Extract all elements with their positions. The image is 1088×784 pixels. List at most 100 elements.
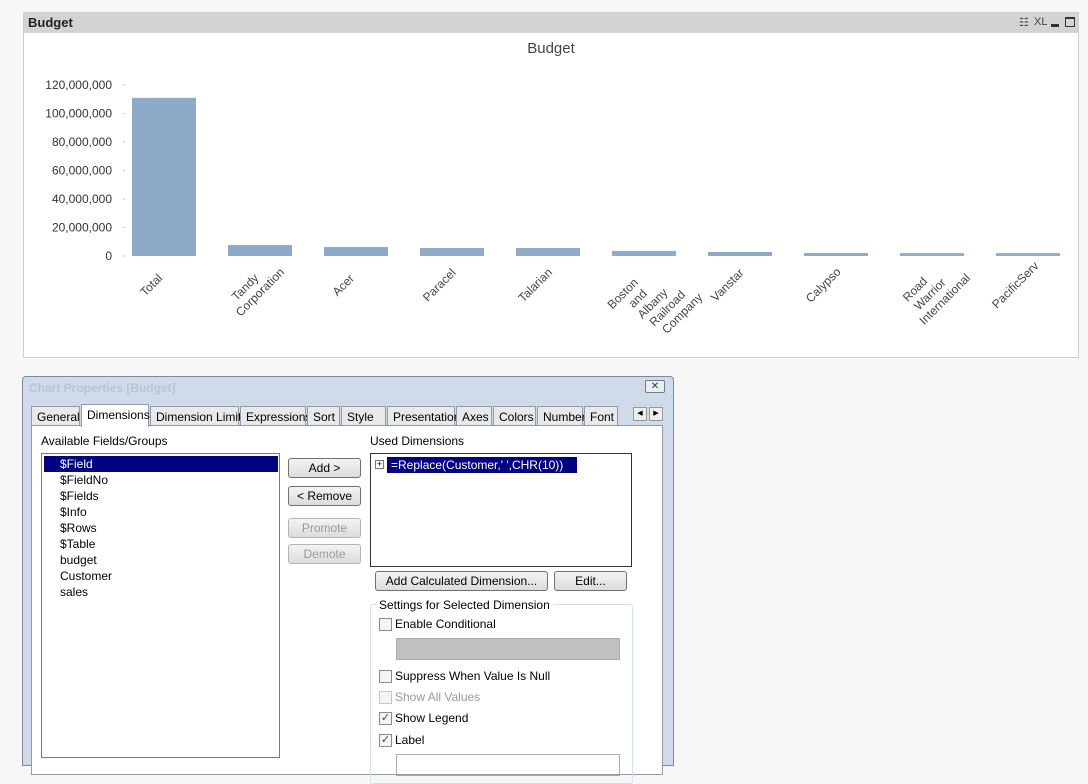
conditional-expression-input[interactable] — [396, 638, 620, 660]
close-button[interactable]: ✕ — [645, 380, 665, 393]
checkbox[interactable] — [379, 691, 392, 704]
bar[interactable] — [516, 248, 580, 256]
field-item[interactable]: $Table — [44, 536, 278, 552]
panel-caption[interactable]: Budget ☷ XL — [24, 13, 1078, 33]
chart-panel: Budget ☷ XL Budget 0 20,000,000 40,000,000… — [23, 12, 1079, 358]
y-tick-label: 60,000,000 — [52, 164, 112, 178]
svg-text:BostonandAlbanyRailroadCompany: BostonandAlbanyRailroadCompany — [605, 251, 706, 352]
promote-button[interactable]: Promote — [288, 518, 361, 538]
tab-colors[interactable]: Colors — [493, 406, 536, 426]
chart-title: Budget — [527, 40, 575, 57]
y-tick-mark — [123, 255, 125, 257]
bar[interactable] — [804, 253, 868, 256]
svg-text:Calypso: Calypso — [803, 265, 844, 306]
demote-button[interactable]: Demote — [288, 544, 361, 564]
label-input[interactable] — [396, 754, 620, 776]
x-tick-label: RoadWarriorInternational — [897, 251, 973, 328]
field-item[interactable]: sales — [44, 584, 278, 600]
bar[interactable] — [708, 252, 772, 256]
tab-style[interactable]: Style — [341, 406, 386, 426]
y-tick-mark — [123, 226, 125, 229]
checkbox[interactable]: ✓ — [379, 712, 392, 725]
xl-icon[interactable]: XL — [1034, 16, 1047, 28]
add-calculated-dimension-button[interactable]: Add Calculated Dimension... — [375, 571, 548, 591]
tab-axes[interactable]: Axes — [456, 406, 492, 426]
tab-dimension-limits[interactable]: Dimension Limits — [150, 406, 247, 426]
tab-number[interactable]: Number — [537, 406, 586, 426]
bar[interactable] — [132, 97, 196, 256]
field-item[interactable]: budget — [44, 552, 278, 568]
add-button[interactable]: Add > — [288, 458, 361, 478]
tab-content-dimensions: Available Fields/Groups $Field $FieldNo $F… — [31, 425, 663, 784]
y-tick-label: 80,000,000 — [52, 135, 112, 149]
svg-text:TandyCorporation: TandyCorporation — [223, 255, 287, 319]
tab-font[interactable]: Font — [584, 406, 618, 426]
expand-icon[interactable]: + — [375, 460, 384, 469]
chart-properties-dialog: Chart Properties [Budget] ✕ General Dimen… — [22, 376, 674, 784]
used-dimensions-list[interactable]: + =Replace(Customer,' ',CHR(10)) — [370, 453, 632, 567]
print-icon[interactable]: ☷ — [1019, 16, 1029, 29]
svg-text:PacificServ: PacificServ — [989, 259, 1041, 311]
minimize-icon[interactable] — [1051, 24, 1059, 27]
field-item[interactable]: $Info — [44, 504, 278, 520]
tab-expressions[interactable]: Expressions — [240, 406, 311, 426]
svg-text:Total: Total — [137, 271, 165, 299]
bar[interactable] — [228, 245, 292, 256]
x-tick-label: PacificServ — [989, 259, 1041, 311]
tab-scroll-right-icon[interactable]: ▶ — [649, 407, 663, 421]
x-tick-label: Paracel — [420, 266, 459, 305]
x-tick-label: Vanstar — [708, 266, 747, 305]
x-tick-label: Total — [137, 271, 165, 299]
svg-text:Acer: Acer — [330, 271, 357, 298]
available-fields-list[interactable]: $Field $FieldNo $Fields $Info $Rows $Table bud… — [41, 453, 280, 758]
x-tick-label: BostonandAlbanyRailroadCompany — [605, 251, 706, 352]
x-tick-label: Acer — [330, 271, 357, 298]
bar[interactable] — [996, 253, 1060, 256]
checkbox[interactable] — [379, 618, 392, 631]
y-tick-label: 0 — [105, 249, 112, 263]
y-tick-mark — [123, 112, 125, 115]
checkbox-label: Show Legend — [395, 711, 469, 725]
bar-chart: Budget 0 20,000,000 40,000,000 60,000,000 80… — [45, 40, 1060, 352]
maximize-icon[interactable] — [1065, 17, 1075, 27]
svg-text:RoadWarriorInternational: RoadWarriorInternational — [897, 251, 973, 327]
field-item[interactable]: $Field — [44, 456, 278, 472]
x-tick-label: Calypso — [803, 265, 844, 306]
y-tick-mark — [123, 84, 125, 86]
svg-text:Vanstar: Vanstar — [708, 266, 747, 305]
tab-scroll-left-icon[interactable]: ◀ — [633, 407, 647, 421]
tab-general[interactable]: General — [31, 406, 80, 426]
y-tick-label: 120,000,000 — [45, 78, 112, 92]
tab-dimensions[interactable]: Dimensions — [81, 404, 150, 427]
y-tick-mark — [123, 141, 125, 143]
checkbox-label: Label — [395, 733, 425, 747]
field-item[interactable]: Customer — [44, 568, 278, 584]
checkbox-label: Suppress When Value Is Null — [395, 669, 551, 683]
panel-title: Budget — [28, 15, 73, 30]
used-dimension-item[interactable]: =Replace(Customer,' ',CHR(10)) — [387, 457, 578, 473]
dialog-title: Chart Properties [Budget] — [29, 381, 176, 395]
y-tick-mark — [123, 169, 125, 172]
tab-presentation[interactable]: Presentation — [387, 406, 460, 426]
settings-label: Settings for Selected Dimension — [376, 598, 553, 612]
x-tick-label: Talarian — [515, 265, 555, 305]
checkbox[interactable] — [379, 670, 392, 683]
checkbox[interactable]: ✓ — [379, 734, 392, 747]
x-tick-label: TandyCorporation — [223, 255, 287, 319]
bar[interactable] — [420, 248, 484, 256]
edit-button[interactable]: Edit... — [554, 571, 627, 591]
bar[interactable] — [612, 251, 676, 256]
field-item[interactable]: $Rows — [44, 520, 278, 536]
y-tick-label: 20,000,000 — [52, 221, 112, 235]
y-tick-label: 100,000,000 — [45, 107, 112, 121]
checkbox-label: Show All Values — [395, 690, 481, 704]
field-item[interactable]: $Fields — [44, 488, 278, 504]
bar[interactable] — [324, 247, 388, 256]
svg-text:Talarian: Talarian — [515, 265, 555, 305]
field-item[interactable]: $FieldNo — [44, 472, 278, 488]
bar[interactable] — [900, 253, 964, 256]
available-fields-label: Available Fields/Groups — [41, 434, 168, 448]
remove-button[interactable]: < Remove — [288, 486, 361, 506]
tab-sort[interactable]: Sort — [307, 406, 340, 426]
used-dimensions-label: Used Dimensions — [370, 434, 465, 448]
